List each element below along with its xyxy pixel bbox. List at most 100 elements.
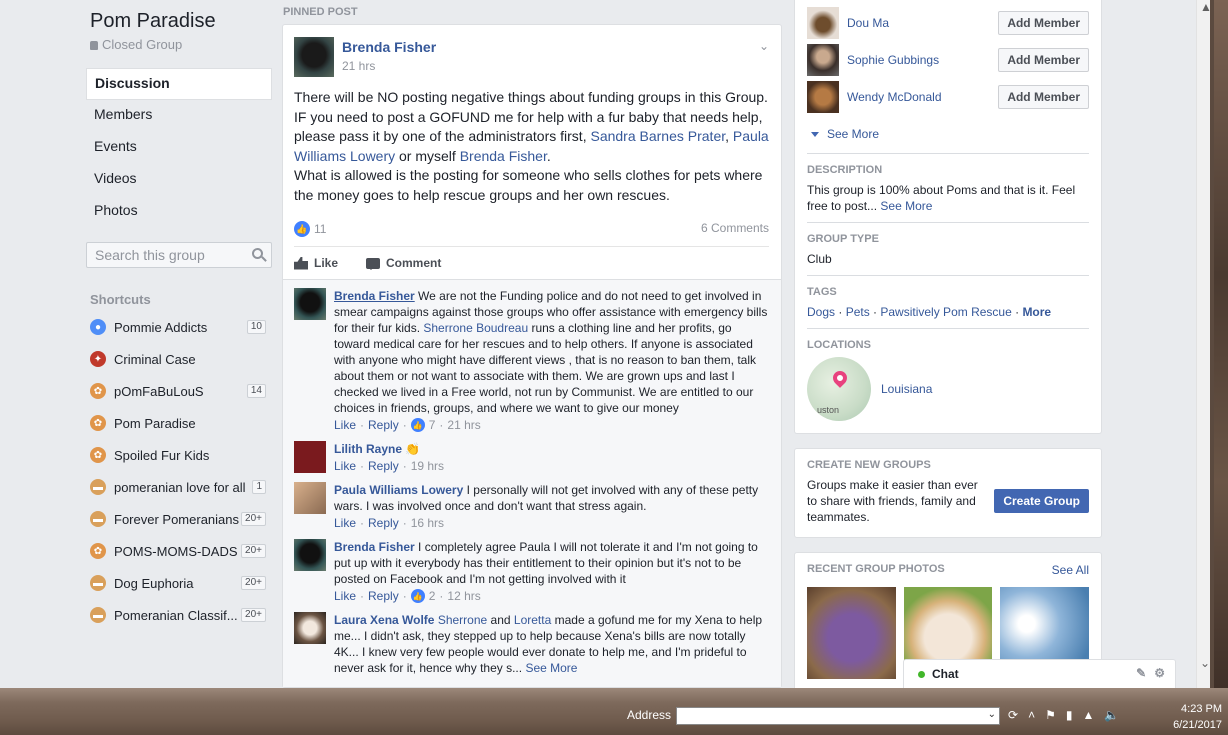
signal-icon[interactable]: ▲ — [1082, 708, 1094, 722]
comment-like-button[interactable]: Like — [334, 589, 356, 603]
member-avatar[interactable] — [807, 43, 839, 76]
mention-link[interactable]: Brenda Fisher — [460, 148, 547, 164]
description-see-more[interactable]: See More — [880, 199, 932, 213]
pinned-post-label: PINNED POST — [283, 6, 358, 18]
battery-icon[interactable]: ▮ — [1066, 708, 1073, 722]
paw-icon: ✿ — [90, 415, 106, 431]
comment-author[interactable]: Brenda Fisher — [334, 540, 415, 554]
system-clock[interactable]: 4:23 PM 6/21/2017 — [1158, 701, 1222, 733]
commenter-avatar[interactable] — [294, 612, 326, 644]
post-timestamp[interactable]: 21 hrs — [342, 59, 436, 73]
group-photo[interactable] — [807, 587, 896, 679]
nav-discussion[interactable]: Discussion — [86, 68, 272, 100]
shortcut-label: pOmFaBuLouS — [114, 383, 204, 399]
comment-reply-button[interactable]: Reply — [368, 418, 399, 432]
tag-link[interactable]: Pets — [846, 305, 870, 319]
shortcut-item[interactable]: ▬ Pomeranian Classif... 20+ — [86, 599, 272, 631]
chevron-up-icon[interactable]: ˄ — [1028, 708, 1035, 722]
comment-content: Brenda Fisher I completely agree Paula I… — [334, 539, 769, 603]
comment-time[interactable]: 12 hrs — [447, 589, 480, 603]
search-icon[interactable] — [252, 248, 263, 259]
comment-like-button[interactable]: Like — [334, 459, 356, 473]
comment-button[interactable]: Comment — [366, 256, 441, 270]
volume-icon[interactable]: 🔈 — [1104, 708, 1119, 722]
paw-icon: ✿ — [90, 383, 106, 399]
reaction-count[interactable]: 👍 11 — [294, 221, 326, 237]
shortcut-item[interactable]: ▬ Dog Euphoria 20+ — [86, 567, 272, 599]
see-more-members[interactable]: See More — [811, 123, 1089, 145]
nav-photos[interactable]: Photos — [86, 196, 272, 228]
add-member-button[interactable]: Add Member — [998, 47, 1089, 72]
chat-tab[interactable]: Chat ✎ ⚙ — [903, 659, 1176, 688]
shortcut-item[interactable]: ▬ Forever Pomeranians 20+ — [86, 503, 272, 535]
nav-members[interactable]: Members — [86, 100, 272, 132]
gear-icon[interactable]: ⚙ — [1154, 666, 1165, 680]
address-input[interactable]: ⌄ — [676, 707, 1000, 725]
shortcut-item[interactable]: ✿ POMS-MOMS-DADS 20+ — [86, 535, 272, 567]
flag-icon[interactable]: ⚑ — [1045, 708, 1056, 722]
commenter-avatar[interactable] — [294, 539, 326, 571]
scroll-down-arrow-icon[interactable]: ⌄ — [1200, 656, 1210, 670]
reaction-count[interactable]: 2 — [429, 589, 436, 603]
comment-time[interactable]: 19 hrs — [411, 459, 444, 473]
comment-reply-button[interactable]: Reply — [368, 459, 399, 473]
shortcut-item[interactable]: ✿ pOmFaBuLouS 14 — [86, 375, 272, 407]
author-avatar[interactable] — [294, 37, 334, 77]
like-button[interactable]: Like — [294, 256, 338, 270]
see-more-link[interactable]: See More — [525, 661, 577, 675]
comment-reply-button[interactable]: Reply — [368, 516, 399, 530]
member-avatar[interactable] — [807, 6, 839, 39]
comment-author[interactable]: Lilith Rayne — [334, 442, 402, 456]
shortcut-item[interactable]: ● Pommie Addicts 10 — [86, 311, 272, 343]
page-scrollbar[interactable]: ▲ ⌄ — [1196, 0, 1210, 688]
location-map[interactable]: uston — [807, 357, 871, 421]
member-avatar[interactable] — [807, 80, 839, 113]
group-name[interactable]: Pom Paradise — [90, 10, 272, 33]
member-name[interactable]: Sophie Gubbings — [847, 53, 998, 67]
add-member-button[interactable]: Add Member — [998, 84, 1089, 109]
reaction-count[interactable]: 7 — [429, 418, 436, 432]
member-name[interactable]: Wendy McDonald — [847, 90, 998, 104]
shortcut-item[interactable]: ✦ Criminal Case — [86, 343, 272, 375]
shortcut-item[interactable]: ✿ Spoiled Fur Kids — [86, 439, 272, 471]
scroll-up-arrow-icon[interactable]: ▲ — [1200, 0, 1210, 14]
commenter-avatar[interactable] — [294, 482, 326, 514]
tag-link[interactable]: Pawsitively Pom Rescue — [880, 305, 1011, 319]
group-search-input[interactable]: Search this group — [86, 242, 272, 268]
nav-videos[interactable]: Videos — [86, 164, 272, 196]
nav-events[interactable]: Events — [86, 132, 272, 164]
map-label: uston — [817, 405, 840, 415]
tags-more-link[interactable]: More — [1022, 305, 1051, 319]
comment-time[interactable]: 21 hrs — [447, 418, 480, 432]
shortcut-item[interactable]: ✿ Pom Paradise — [86, 407, 272, 439]
member-name[interactable]: Dou Ma — [847, 16, 998, 30]
comments-count[interactable]: 6 Comments — [701, 221, 769, 235]
clock-date: 6/21/2017 — [1173, 719, 1222, 731]
mention-link[interactable]: Sandra Barnes Prater — [590, 128, 725, 144]
tag-link[interactable]: Dogs — [807, 305, 835, 319]
location-link[interactable]: Louisiana — [881, 382, 932, 396]
commenter-avatar[interactable] — [294, 288, 326, 320]
add-member-button[interactable]: Add Member — [998, 10, 1089, 35]
refresh-icon[interactable]: ⟳ — [1008, 708, 1018, 722]
mention-link[interactable]: Sherrone — [438, 613, 487, 627]
mention-link[interactable]: Loretta — [514, 613, 551, 627]
description-text: This group is 100% about Poms and that i… — [807, 182, 1089, 214]
comment-author[interactable]: Paula Williams Lowery — [334, 483, 463, 497]
commenter-avatar[interactable] — [294, 441, 326, 473]
comment-like-button[interactable]: Like — [334, 418, 356, 432]
post-author[interactable]: Brenda Fisher — [342, 39, 436, 55]
create-group-button[interactable]: Create Group — [994, 489, 1089, 513]
mention-link[interactable]: Sherrone Boudreau — [423, 321, 528, 335]
compose-icon[interactable]: ✎ — [1136, 666, 1146, 680]
comment-time[interactable]: 16 hrs — [411, 516, 444, 530]
comment-body: and — [487, 613, 514, 627]
dropdown-icon[interactable]: ⌄ — [988, 709, 996, 720]
comment-author[interactable]: Laura Xena Wolfe — [334, 613, 434, 627]
see-all-photos-link[interactable]: See All — [1052, 563, 1089, 581]
comment-author[interactable]: Brenda Fisher — [334, 289, 415, 303]
shortcut-item[interactable]: ▬ pomeranian love for all 1 — [86, 471, 272, 503]
comment-reply-button[interactable]: Reply — [368, 589, 399, 603]
comment-like-button[interactable]: Like — [334, 516, 356, 530]
chevron-down-icon[interactable]: ⌄ — [759, 39, 769, 53]
